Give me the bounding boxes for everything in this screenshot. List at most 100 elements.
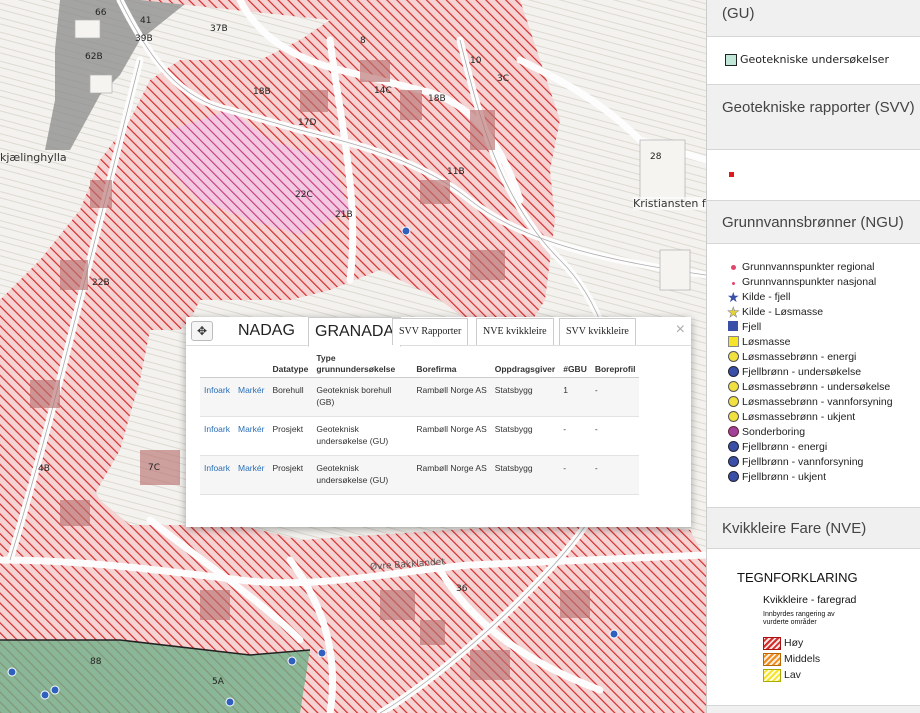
table-header-row: Datatype Type grunnundersøkelse Borefirm… bbox=[200, 347, 640, 378]
cell-boreprofil: - bbox=[590, 455, 640, 495]
cell-type: Geoteknisk undersøkelse (GU) bbox=[312, 416, 413, 456]
legend-panel[interactable]: (GU) Geotekniske undersøkelser Geoteknis… bbox=[706, 0, 920, 713]
legend-swatch bbox=[725, 54, 737, 66]
legend-item: Grunnvannspunkter nasjonal bbox=[727, 275, 876, 290]
cell-datatype: Borehull bbox=[268, 377, 313, 417]
tab-granada[interactable]: GRANADA bbox=[308, 317, 402, 347]
legend-item: ★ Kilde - Løsmasse bbox=[727, 304, 824, 321]
legend-item: Fjell bbox=[727, 320, 761, 335]
parcel-label: 37B bbox=[210, 24, 228, 34]
cell-boreprofil: - bbox=[590, 416, 640, 456]
tab-svv-rapporter[interactable]: SVV Rapporter bbox=[392, 318, 469, 345]
place-label-kristiansten: Kristiansten f bbox=[633, 197, 706, 210]
parcel-label: 4B bbox=[38, 464, 50, 474]
cell-oppdragsgiver: Statsbygg bbox=[490, 455, 560, 495]
svv-report-marker-icon bbox=[729, 172, 734, 177]
tab-nadag[interactable]: NADAG bbox=[238, 317, 295, 345]
cell-borefirma: Rambøll Norge AS bbox=[412, 416, 491, 456]
parcel-label: 88 bbox=[90, 657, 102, 667]
parcel-label: 66 bbox=[95, 8, 107, 18]
infoark-link[interactable]: Infoark bbox=[204, 424, 230, 434]
parcel-label: 39B bbox=[135, 34, 153, 44]
legend-swatch bbox=[763, 668, 781, 682]
marker-link[interactable]: Markér bbox=[238, 424, 264, 434]
parcel-label: 18B bbox=[253, 87, 271, 97]
legend-item-geotekniske-undersokelser: Geotekniske undersøkelser bbox=[725, 52, 889, 67]
parcel-label: 22C bbox=[295, 190, 313, 200]
legend-header-gu[interactable]: (GU) bbox=[707, 0, 920, 37]
parcel-label: 62B bbox=[85, 52, 103, 62]
legend-item-lav: Lav bbox=[763, 668, 801, 683]
legend-item-middels: Middels bbox=[763, 652, 820, 667]
marker-link[interactable]: Markér bbox=[238, 385, 264, 395]
legend-item: ★ Kilde - fjell bbox=[727, 289, 791, 306]
cell-boreprofil: - bbox=[590, 377, 640, 417]
cell-datatype: Prosjekt bbox=[268, 416, 313, 456]
cell-borefirma: Rambøll Norge AS bbox=[412, 377, 491, 417]
parcel-label: 17D bbox=[298, 118, 317, 128]
legend-item: Grunnvannspunkter regional bbox=[727, 260, 875, 275]
parcel-label: 14C bbox=[374, 86, 392, 96]
star-icon: ★ bbox=[727, 304, 740, 321]
column-header bbox=[234, 347, 269, 378]
star-icon: ★ bbox=[727, 289, 740, 306]
parcel-label: 22B bbox=[92, 278, 110, 288]
parcel-label: 8 bbox=[360, 36, 366, 46]
legend-header-ngu[interactable]: Grunnvannsbrønner (NGU) bbox=[707, 200, 920, 244]
column-header-boreprofil: Boreprofil bbox=[590, 347, 640, 378]
parcel-label: 41 bbox=[140, 16, 152, 26]
marker-link[interactable]: Markér bbox=[238, 463, 264, 473]
parcel-label: 28 bbox=[650, 152, 662, 162]
infoark-link[interactable]: Infoark bbox=[204, 463, 230, 473]
results-table: Datatype Type grunnundersøkelse Borefirm… bbox=[200, 347, 640, 495]
legend-item: Løsmassebrønn - undersøkelse bbox=[727, 380, 890, 395]
cell-datatype: Prosjekt bbox=[268, 455, 313, 495]
legend-item: Fjellbrønn - undersøkelse bbox=[727, 365, 861, 380]
legend-item: Løsmassebrønn - energi bbox=[727, 350, 856, 365]
nadag-popup: ✥ NADAG GRANADA SVV Rapporter NVE kvikkl… bbox=[186, 317, 691, 527]
legend-item: Fjellbrønn - vannforsyning bbox=[727, 455, 863, 470]
parcel-label: 7C bbox=[148, 463, 161, 473]
nve-legend-note: Innbyrdes rangering av vurderte områder bbox=[763, 611, 835, 626]
parcel-label: 18B bbox=[428, 94, 446, 104]
legend-item: Løsmassebrønn - vannforsyning bbox=[727, 395, 893, 410]
cell-borefirma: Rambøll Norge AS bbox=[412, 455, 491, 495]
legend-item: Løsmasse bbox=[727, 335, 790, 350]
cell-type: Geoteknisk undersøkelse (GU) bbox=[312, 455, 413, 495]
table-row: Infoark Markér Prosjekt Geoteknisk under… bbox=[200, 416, 640, 456]
legend-header-svv[interactable]: Geotekniske rapporter (SVV) bbox=[707, 84, 920, 150]
legend-swatch bbox=[763, 652, 781, 666]
legend-header-nve[interactable]: Kvikkleire Fare (NVE) bbox=[707, 507, 920, 549]
legend-swatch bbox=[763, 636, 781, 650]
cell-oppdragsgiver: Statsbygg bbox=[490, 377, 560, 417]
parcel-label: 21B bbox=[335, 210, 353, 220]
parcel-label: 36 bbox=[456, 584, 468, 594]
legend-item: Sonderboring bbox=[727, 425, 805, 440]
cell-oppdragsgiver: Statsbygg bbox=[490, 416, 560, 456]
legend-label: Geotekniske undersøkelser bbox=[740, 53, 889, 66]
close-icon[interactable]: × bbox=[676, 321, 685, 339]
cell-gbu: - bbox=[559, 416, 591, 456]
map-canvas[interactable]: kjælinghylla Kristiansten f Øvre Bakklan… bbox=[0, 0, 706, 713]
cell-gbu: - bbox=[559, 455, 591, 495]
nve-legend-title: TEGNFORKLARING bbox=[737, 570, 858, 585]
move-icon[interactable]: ✥ bbox=[191, 321, 213, 341]
popup-tab-bar: ✥ NADAG GRANADA SVV Rapporter NVE kvikkl… bbox=[186, 317, 691, 347]
parcel-label: 5A bbox=[212, 677, 224, 687]
legend-item: Fjellbrønn - energi bbox=[727, 440, 827, 455]
column-header-datatype: Datatype bbox=[268, 347, 313, 378]
legend-next-header bbox=[707, 705, 920, 713]
parcel-label: 3C bbox=[497, 74, 510, 84]
tab-nve-kvikkleire[interactable]: NVE kvikkleire bbox=[476, 318, 554, 345]
legend-item: Fjellbrønn - ukjent bbox=[727, 470, 826, 485]
column-header-oppdragsgiver: Oppdragsgiver bbox=[490, 347, 560, 378]
column-header-gbu: #GBU bbox=[559, 347, 591, 378]
cell-gbu: 1 bbox=[559, 377, 591, 417]
table-row: Infoark Markér Borehull Geoteknisk boreh… bbox=[200, 377, 640, 417]
parcel-label: 11B bbox=[447, 167, 465, 177]
column-header bbox=[200, 347, 234, 378]
legend-item-hoy: Høy bbox=[763, 636, 803, 651]
infoark-link[interactable]: Infoark bbox=[204, 385, 230, 395]
tab-svv-kvikkleire[interactable]: SVV kvikkleire bbox=[559, 318, 636, 345]
column-header-borefirma: Borefirma bbox=[412, 347, 491, 378]
